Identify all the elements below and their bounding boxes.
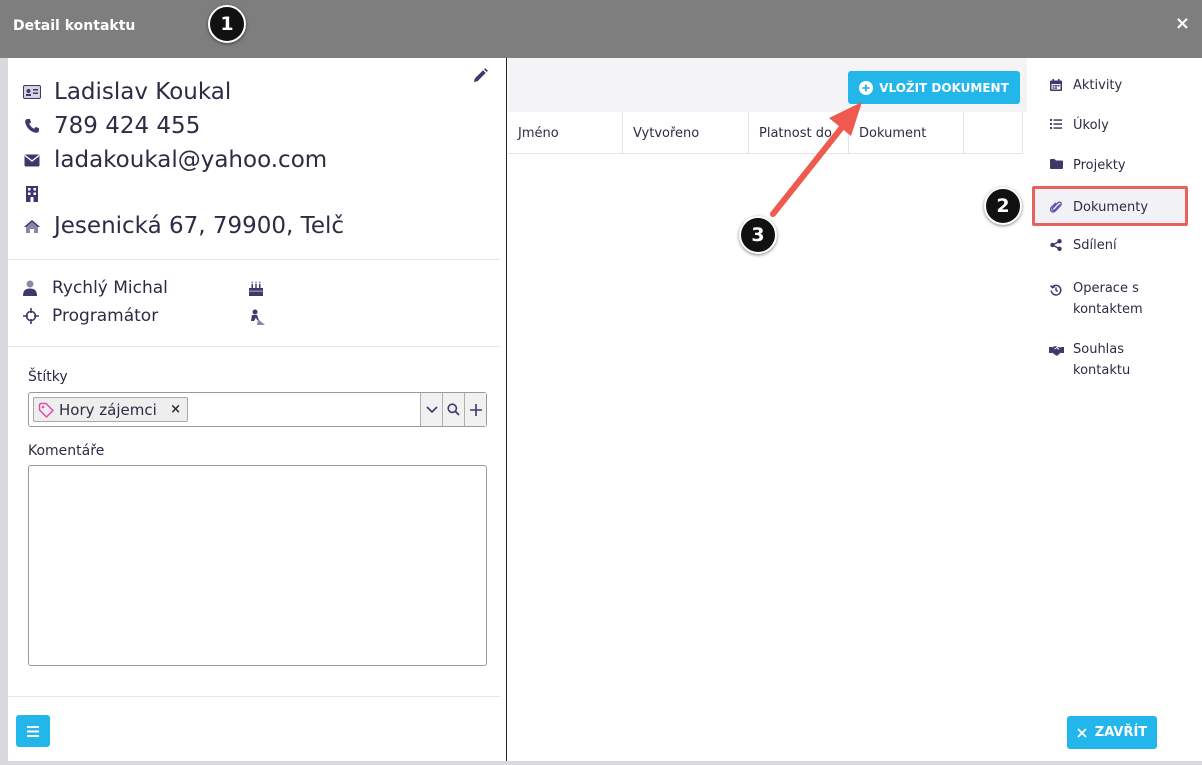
- callout-marker-1: 1: [208, 5, 246, 43]
- column-header-valid-until[interactable]: Platnost do: [749, 112, 849, 154]
- birthday-cake-icon: [248, 281, 264, 300]
- nav-item-activities[interactable]: Aktivity: [1035, 78, 1187, 98]
- nav-item-contact-consent[interactable]: Souhlas kontaktu: [1035, 339, 1187, 381]
- plus-icon: [469, 403, 482, 416]
- home-icon: [22, 219, 42, 234]
- contact-address-row: Jesenická 67, 79900, Telč: [22, 213, 344, 239]
- nav-item-label: Úkoly: [1073, 118, 1109, 133]
- contact-detail-dialog: Detail kontaktu × 1 2 3 Ladislav Koukal …: [0, 0, 1202, 765]
- tags-search-button[interactable]: [442, 393, 464, 426]
- callout-marker-2: 2: [984, 187, 1022, 225]
- column-header-document[interactable]: Dokument: [849, 112, 964, 154]
- contact-phone-row: 789 424 455: [22, 113, 200, 139]
- dialog-titlebar: Detail kontaktu ×: [0, 0, 1202, 58]
- owner-name: Rychlý Michal: [52, 278, 168, 298]
- x-icon: [1077, 727, 1087, 738]
- comments-textarea[interactable]: [28, 465, 487, 666]
- crosshair-icon: [23, 308, 39, 324]
- chevron-down-icon: [425, 405, 438, 413]
- calendar-icon: [1047, 78, 1065, 91]
- tag-chip: Hory zájemci ×: [33, 397, 188, 422]
- nav-item-tasks[interactable]: Úkoly: [1035, 118, 1187, 138]
- handshake-icon: [1047, 339, 1065, 356]
- nav-item-sharing[interactable]: Sdílení: [1035, 238, 1187, 258]
- tags-dropdown-button[interactable]: [420, 393, 442, 426]
- dialog-title: Detail kontaktu: [13, 18, 136, 34]
- nav-item-contact-operations[interactable]: Operace s kontaktem: [1035, 278, 1187, 320]
- tags-input[interactable]: Hory zájemci ×: [28, 392, 487, 427]
- user-icon: [23, 280, 37, 296]
- contact-phone: 789 424 455: [54, 113, 201, 139]
- share-icon: [1047, 238, 1065, 251]
- envelope-icon: [22, 154, 42, 167]
- contact-email-row: ladakoukal@yahoo.com: [22, 147, 327, 173]
- insert-document-button[interactable]: VLOŽIT DOKUMENT: [848, 71, 1020, 104]
- list-icon: [1047, 118, 1065, 129]
- contact-side-nav: Aktivity Úkoly Projekty Dokumenty Sdílen…: [1027, 58, 1202, 765]
- highlight-box-documents: [1032, 186, 1188, 226]
- nav-item-label: Sdílení: [1073, 238, 1117, 253]
- column-header-name[interactable]: Jméno: [508, 112, 623, 154]
- nav-item-projects[interactable]: Projekty: [1035, 158, 1187, 178]
- tag-icon: [38, 402, 54, 418]
- nav-item-label: Projekty: [1073, 158, 1126, 173]
- close-dialog-button[interactable]: ZAVŘÍT: [1067, 716, 1157, 749]
- position-row: Programátor: [23, 306, 158, 326]
- owner-row: Rychlý Michal: [23, 278, 168, 298]
- close-dialog-label: ZAVŘÍT: [1094, 725, 1148, 740]
- contact-info-panel: Ladislav Koukal 789 424 455 ladakoukal@y…: [8, 58, 507, 761]
- contact-email: ladakoukal@yahoo.com: [54, 147, 328, 173]
- pencil-icon[interactable]: [471, 67, 489, 85]
- plus-circle-icon: [859, 80, 874, 95]
- tags-add-button[interactable]: [464, 393, 486, 426]
- tag-chip-label: Hory zájemci: [59, 400, 157, 419]
- close-icon[interactable]: ×: [1175, 13, 1190, 34]
- id-card-icon: [22, 85, 42, 99]
- callout-marker-3: 3: [739, 216, 777, 254]
- insert-document-label: VLOŽIT DOKUMENT: [879, 80, 1009, 95]
- column-header-created[interactable]: Vytvořeno: [623, 112, 749, 154]
- column-header-actions: [964, 112, 1023, 154]
- phone-icon: [22, 118, 42, 134]
- history-icon: [1047, 278, 1065, 296]
- search-icon: [447, 403, 460, 416]
- nav-item-label: Aktivity: [1073, 78, 1123, 93]
- left-border-strip: [0, 58, 8, 765]
- contact-company-row: [22, 186, 54, 202]
- divider: [8, 259, 500, 260]
- nav-item-label: Operace s kontaktem: [1073, 281, 1143, 317]
- position-name: Programátor: [52, 306, 159, 326]
- documents-table-header: Jméno Vytvořeno Platnost do Dokument: [508, 112, 1023, 154]
- documents-toolbar: VLOŽIT DOKUMENT: [508, 58, 1027, 112]
- contact-address: Jesenická 67, 79900, Telč: [54, 213, 345, 239]
- tag-remove-icon[interactable]: ×: [170, 402, 181, 417]
- contact-name: Ladislav Koukal: [54, 79, 232, 105]
- hamburger-icon: [27, 725, 39, 737]
- bottom-border-strip: [0, 761, 1202, 765]
- contact-name-row: Ladislav Koukal: [22, 79, 231, 105]
- menu-button[interactable]: [16, 715, 50, 747]
- building-icon: [22, 186, 42, 202]
- divider: [8, 346, 500, 347]
- comments-label: Komentáře: [28, 443, 105, 459]
- tags-label: Štítky: [28, 369, 68, 385]
- documents-panel: VLOŽIT DOKUMENT Jméno Vytvořeno Platnost…: [508, 58, 1027, 765]
- nav-item-label: Souhlas kontaktu: [1073, 342, 1131, 378]
- divider: [8, 696, 500, 697]
- worker-icon: [248, 309, 266, 329]
- folder-icon: [1047, 158, 1065, 169]
